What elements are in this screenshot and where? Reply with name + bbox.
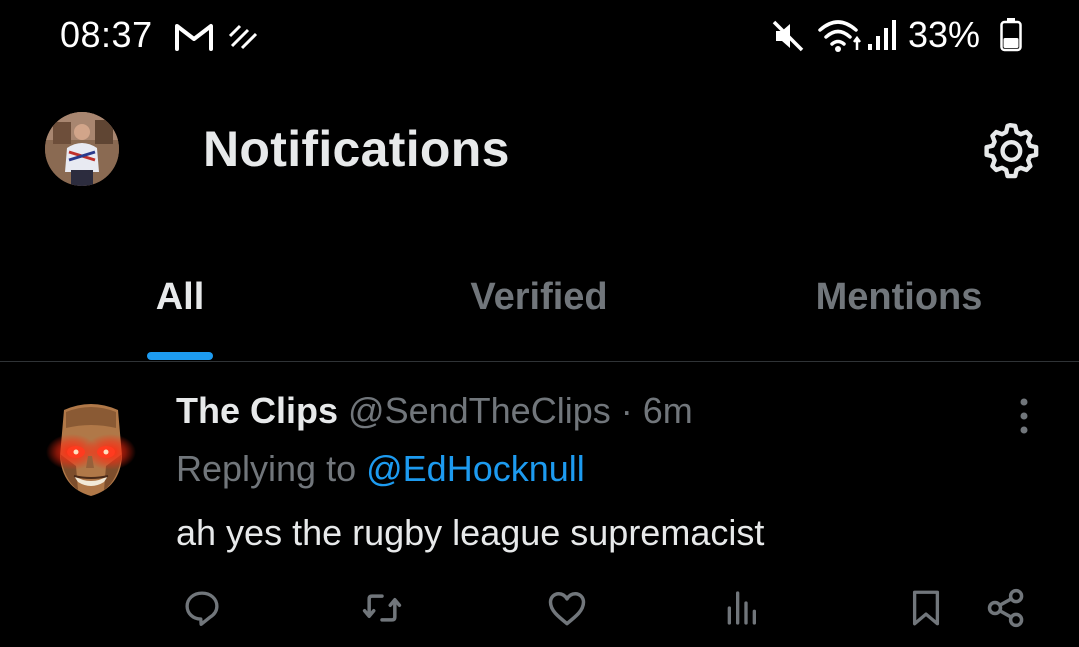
tab-bar: All Verified Mentions [0, 260, 1079, 360]
author-name[interactable]: The Clips [176, 390, 338, 431]
tab-mentions[interactable]: Mentions [816, 276, 983, 319]
replying-label: Replying to [176, 448, 357, 489]
more-vertical-icon [1020, 398, 1028, 434]
reply-context: Replying to @EdHocknull [176, 448, 585, 490]
like-icon [548, 591, 586, 626]
activity-icon [226, 22, 260, 57]
gmail-icon [174, 22, 214, 57]
retweet-button[interactable] [358, 584, 406, 632]
bookmark-button[interactable] [902, 584, 950, 632]
tab-all[interactable]: All [156, 276, 205, 319]
bookmark-icon [912, 590, 940, 626]
reply-button[interactable] [178, 584, 226, 632]
tweet-header: The Clips @SendTheClips · 6m [176, 390, 693, 432]
signal-icon [866, 18, 900, 57]
retweet-icon [362, 594, 402, 622]
share-button[interactable] [982, 584, 1030, 632]
tweet-time[interactable]: 6m [643, 390, 693, 431]
active-tab-indicator [147, 352, 213, 360]
tweet-author-avatar[interactable] [36, 396, 146, 506]
share-icon [987, 588, 1024, 628]
status-time: 08:37 [60, 14, 153, 55]
notification-tweet[interactable]: The Clips @SendTheClips · 6m Replying to… [0, 362, 1079, 647]
author-handle[interactable]: @SendTheClips [348, 390, 611, 431]
wifi-icon [816, 18, 864, 59]
reply-icon [185, 591, 219, 626]
like-button[interactable] [543, 584, 591, 632]
battery-percent: 33% [908, 14, 981, 55]
tweet-text: ah yes the rugby league supremacist [176, 512, 765, 553]
meta-separator: · [620, 390, 633, 431]
settings-button[interactable] [975, 116, 1045, 186]
page-title: Notifications [203, 121, 510, 177]
gear-icon [984, 122, 1039, 179]
views-icon [727, 591, 756, 625]
battery-icon [1000, 18, 1022, 57]
mute-icon [770, 18, 806, 59]
tab-verified[interactable]: Verified [470, 276, 607, 319]
more-options-button[interactable] [1004, 394, 1044, 438]
profile-avatar[interactable] [45, 112, 119, 186]
replying-to-handle[interactable]: @EdHocknull [366, 448, 585, 489]
views-button[interactable] [717, 584, 765, 632]
status-bar: 08:37 33% [0, 0, 1079, 72]
